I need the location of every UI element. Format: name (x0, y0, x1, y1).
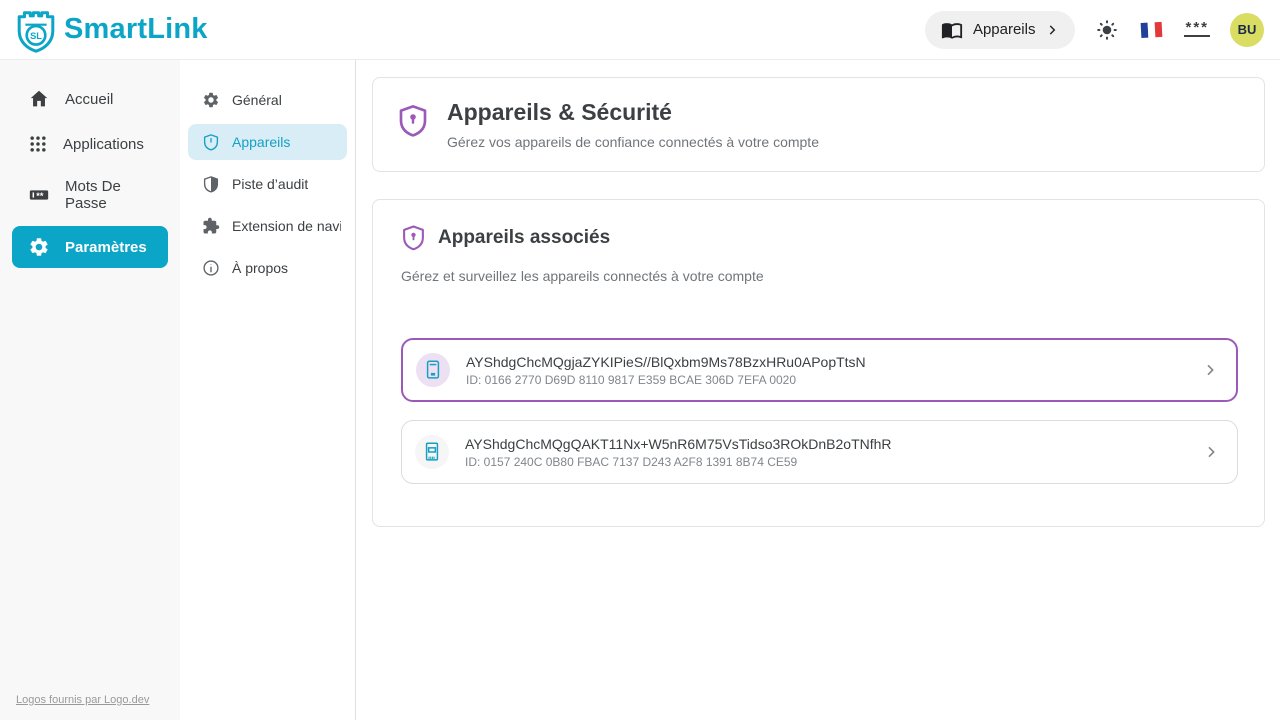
svg-text:SL: SL (30, 30, 42, 40)
primary-sidebar: Accueil Applications ** Mots De Passe (0, 60, 180, 720)
sidebar-item-parametres[interactable]: Paramètres (12, 226, 168, 268)
avatar-initials: BU (1238, 22, 1257, 37)
device-name: AYShdgChcMQgQAKT11Nx+W5nR6M75VsTidso3ROk… (465, 436, 892, 452)
user-avatar[interactable]: BU (1230, 13, 1264, 47)
masked-password-icon: *** (1184, 23, 1210, 37)
language-selector-button[interactable] (1139, 20, 1164, 40)
sidebar-item-mots-de-passe[interactable]: ** Mots De Passe (12, 168, 168, 222)
gear-icon (202, 91, 220, 109)
associated-devices-card: Appareils associés Gérez et surveillez l… (372, 199, 1265, 527)
puzzle-piece-icon (202, 217, 220, 235)
context-switcher-button[interactable]: Appareils (925, 11, 1076, 49)
home-icon (28, 88, 50, 110)
device-list: AYShdgChcMQgjaZYKIPieS//BlQxbm9Ms78BzxHR… (401, 338, 1238, 484)
sidebar-item-accueil[interactable]: Accueil (12, 78, 168, 120)
chevron-right-icon (1045, 23, 1059, 37)
french-flag-icon (1139, 20, 1164, 40)
context-switcher-label: Appareils (973, 21, 1036, 38)
device-id: ID: 0157 240C 0B80 FBAC 7137 D243 A2F8 1… (465, 455, 892, 469)
open-book-icon (941, 19, 963, 41)
settings-subnav: Général Appareils Piste d’audit (180, 60, 356, 720)
logo-provider-link[interactable]: Logos fournis par Logo.dev (16, 694, 149, 706)
subnav-item-extension-navigateur[interactable]: Extension de navigateur (188, 208, 347, 244)
apps-grid-icon (28, 134, 48, 154)
theme-toggle-button[interactable] (1095, 18, 1119, 42)
device-badge (415, 435, 449, 469)
subnav-item-general[interactable]: Général (188, 82, 347, 118)
device-id: ID: 0166 2770 D69D 8110 9817 E359 BCAE 3… (466, 373, 866, 387)
page-title: Appareils & Sécurité (447, 99, 819, 126)
brand-name: SmartLink (64, 13, 208, 46)
subnav-item-appareils[interactable]: Appareils (188, 124, 347, 160)
svg-text:**: ** (36, 191, 44, 201)
page-subtitle: Gérez vos appareils de confiance connect… (447, 134, 819, 150)
page-header-card: Appareils & Sécurité Gérez vos appareils… (372, 77, 1265, 172)
device-row-other[interactable]: AYShdgChcMQgQAKT11Nx+W5nR6M75VsTidso3ROk… (401, 420, 1238, 484)
password-field-icon: ** (28, 184, 50, 206)
devices-card-subtitle: Gérez et surveillez les appareils connec… (401, 268, 1238, 284)
devices-card-title: Appareils associés (438, 227, 610, 249)
main-content: Appareils & Sécurité Gérez vos appareils… (356, 60, 1280, 720)
shield-half-icon (202, 175, 220, 193)
gear-icon (28, 236, 50, 258)
info-icon (202, 259, 220, 277)
mobile-device-icon (423, 359, 443, 381)
smartlink-shield-logo-icon: SL (14, 7, 58, 53)
shield-keyhole-icon (401, 224, 426, 252)
sun-icon (1095, 18, 1119, 42)
passwords-quick-access-button[interactable]: *** (1184, 23, 1210, 37)
device-name: AYShdgChcMQgjaZYKIPieS//BlQxbm9Ms78BzxHR… (466, 354, 866, 370)
device-badge (416, 353, 450, 387)
shield-keyhole-icon (397, 103, 429, 150)
shield-icon (202, 133, 220, 151)
brand[interactable]: SL SmartLink (14, 7, 208, 53)
computer-device-icon (422, 441, 442, 463)
subnav-item-a-propos[interactable]: À propos (188, 250, 347, 286)
subnav-item-piste-audit[interactable]: Piste d’audit (188, 166, 347, 202)
chevron-right-icon (1202, 362, 1218, 378)
app-header: SL SmartLink Appareils (0, 0, 1280, 60)
chevron-right-icon (1203, 444, 1219, 460)
sidebar-item-applications[interactable]: Applications (12, 124, 168, 164)
device-row-current[interactable]: AYShdgChcMQgjaZYKIPieS//BlQxbm9Ms78BzxHR… (401, 338, 1238, 402)
